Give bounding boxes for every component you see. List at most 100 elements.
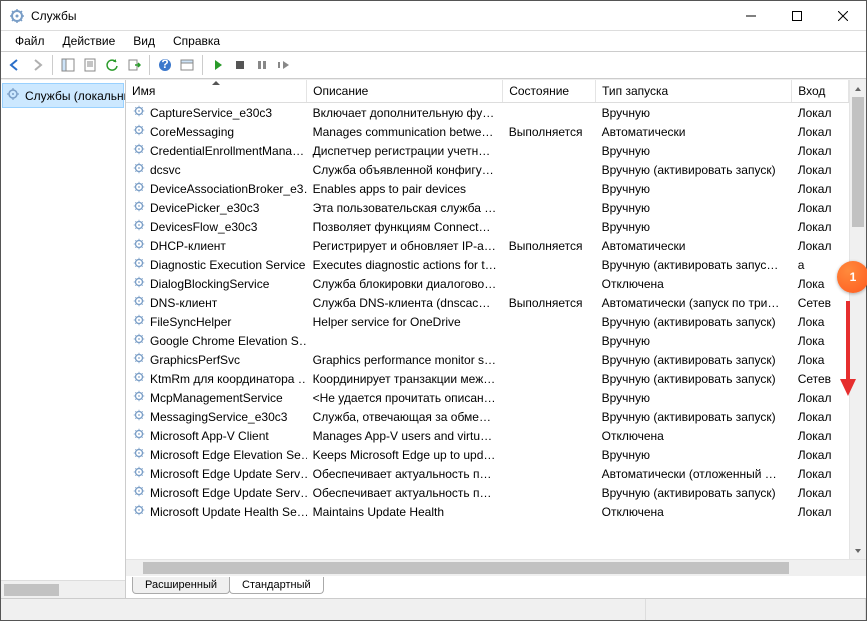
pause-service-button[interactable]	[252, 55, 272, 75]
help-button[interactable]: ?	[155, 55, 175, 75]
table-row[interactable]: Microsoft Edge Update Serv…Обеспечивает …	[126, 464, 849, 483]
tab-standard[interactable]: Стандартный	[229, 577, 324, 594]
stop-service-button[interactable]	[230, 55, 250, 75]
service-name-cell[interactable]: FileSyncHelper	[126, 312, 307, 331]
refresh-button[interactable]	[102, 55, 122, 75]
table-row[interactable]: DeviceAssociationBroker_e3…Enables apps …	[126, 179, 849, 198]
console-button[interactable]	[177, 55, 197, 75]
service-name-cell[interactable]: Microsoft Edge Update Serv…	[126, 464, 307, 483]
service-name-cell[interactable]: Microsoft Update Health Se…	[126, 502, 307, 521]
tab-extended[interactable]: Расширенный	[132, 577, 230, 594]
service-name-cell[interactable]: DHCP-клиент	[126, 236, 307, 255]
scroll-down-arrow[interactable]	[850, 542, 866, 559]
tree-node-services-local[interactable]: Службы (локальные)	[3, 84, 123, 107]
cell-desc: Обеспечивает актуальность пр…	[307, 464, 503, 483]
table-row[interactable]: CoreMessagingManages communication betwe…	[126, 122, 849, 141]
table-row[interactable]: Diagnostic Execution ServiceExecutes dia…	[126, 255, 849, 274]
service-name: McpManagementService	[150, 391, 283, 405]
sidebar-horizontal-scrollbar[interactable]	[1, 580, 125, 598]
table-row[interactable]: DHCP-клиентРегистрирует и обновляет IP-а…	[126, 236, 849, 255]
cell-startup: Вручную	[596, 445, 792, 464]
service-name-cell[interactable]: Microsoft Edge Elevation Se…	[126, 445, 307, 464]
table-row[interactable]: Microsoft Update Health Se…Maintains Upd…	[126, 502, 849, 521]
cell-startup: Вручную (активировать запуск)	[596, 369, 792, 388]
service-name-cell[interactable]: KtmRm для координатора …	[126, 369, 307, 388]
scroll-up-arrow[interactable]	[850, 80, 866, 97]
service-name-cell[interactable]: CoreMessaging	[126, 122, 307, 141]
service-name-cell[interactable]: CaptureService_e30c3	[126, 103, 307, 122]
gear-icon	[132, 237, 146, 254]
menu-help[interactable]: Справка	[165, 32, 228, 50]
scrollbar-thumb[interactable]	[143, 562, 789, 574]
maximize-button[interactable]	[774, 1, 820, 30]
table-row[interactable]: dcsvcСлужба объявленной конфигу…Вручную …	[126, 160, 849, 179]
minimize-button[interactable]	[728, 1, 774, 30]
cell-state	[503, 502, 596, 521]
service-name-cell[interactable]: DeviceAssociationBroker_e3…	[126, 179, 307, 198]
gear-icon	[5, 86, 21, 105]
table-row[interactable]: McpManagementService<Не удается прочитат…	[126, 388, 849, 407]
table-row[interactable]: KtmRm для координатора …Координирует тра…	[126, 369, 849, 388]
column-header[interactable]: Вход	[792, 80, 849, 103]
nav-back-button[interactable]	[5, 55, 25, 75]
service-name-cell[interactable]: Google Chrome Elevation S…	[126, 331, 307, 350]
service-name: dcsvc	[150, 163, 181, 177]
table-row[interactable]: Microsoft Edge Update Serv…Обеспечивает …	[126, 483, 849, 502]
table-row[interactable]: CredentialEnrollmentMana…Диспетчер регис…	[126, 141, 849, 160]
properties-button[interactable]	[80, 55, 100, 75]
table-row[interactable]: Google Chrome Elevation S…ВручнуюЛока	[126, 331, 849, 350]
services-listview[interactable]: ИмяОписаниеСостояниеТип запускаВход Capt…	[126, 80, 849, 559]
service-name: KtmRm для координатора …	[150, 372, 307, 386]
start-service-button[interactable]	[208, 55, 228, 75]
menu-view[interactable]: Вид	[125, 32, 163, 50]
column-header[interactable]: Описание	[307, 80, 503, 103]
gear-icon	[132, 199, 146, 216]
column-header[interactable]: Состояние	[503, 80, 596, 103]
nav-forward-button[interactable]	[27, 55, 47, 75]
services-window: Службы Файл Действие Вид Справка ?	[0, 0, 867, 621]
service-name-cell[interactable]: DevicesFlow_e30c3	[126, 217, 307, 236]
service-name-cell[interactable]: DevicePicker_e30c3	[126, 198, 307, 217]
svg-text:?: ?	[161, 58, 168, 71]
service-name-cell[interactable]: Diagnostic Execution Service	[126, 255, 307, 274]
table-row[interactable]: Microsoft App-V ClientManages App-V user…	[126, 426, 849, 445]
table-row[interactable]: DNS-клиентСлужба DNS-клиента (dnscach…Вы…	[126, 293, 849, 312]
table-row[interactable]: DialogBlockingServiceСлужба блокировки д…	[126, 274, 849, 293]
table-row[interactable]: DevicePicker_e30c3Эта пользовательская с…	[126, 198, 849, 217]
table-row[interactable]: FileSyncHelperHelper service for OneDriv…	[126, 312, 849, 331]
scrollbar-thumb[interactable]	[4, 584, 59, 596]
table-row[interactable]: CaptureService_e30c3Включает дополнитель…	[126, 103, 849, 123]
table-row[interactable]: DevicesFlow_e30c3Позволяет функциям Conn…	[126, 217, 849, 236]
service-name: Diagnostic Execution Service	[150, 258, 305, 272]
service-name-cell[interactable]: GraphicsPerfSvc	[126, 350, 307, 369]
menu-action[interactable]: Действие	[55, 32, 124, 50]
column-header[interactable]: Тип запуска	[596, 80, 792, 103]
column-header[interactable]: Имя	[126, 80, 307, 103]
service-name-cell[interactable]: Microsoft Edge Update Serv…	[126, 483, 307, 502]
service-name-cell[interactable]: MessagingService_e30c3	[126, 407, 307, 426]
cell-desc: Обеспечивает актуальность пр…	[307, 483, 503, 502]
scrollbar-thumb[interactable]	[852, 97, 864, 227]
restart-service-button[interactable]	[274, 55, 294, 75]
export-button[interactable]	[124, 55, 144, 75]
tree-view[interactable]: Службы (локальные)	[1, 80, 125, 580]
service-name: CaptureService_e30c3	[150, 106, 272, 120]
service-name-cell[interactable]: McpManagementService	[126, 388, 307, 407]
service-name-cell[interactable]: DNS-клиент	[126, 293, 307, 312]
table-row[interactable]: Microsoft Edge Elevation Se…Keeps Micros…	[126, 445, 849, 464]
service-name-cell[interactable]: Microsoft App-V Client	[126, 426, 307, 445]
horizontal-scrollbar[interactable]	[126, 559, 866, 576]
table-row[interactable]: GraphicsPerfSvcGraphics performance moni…	[126, 350, 849, 369]
service-name-cell[interactable]: CredentialEnrollmentMana…	[126, 141, 307, 160]
cell-logon: Локал	[792, 502, 849, 521]
table-row[interactable]: MessagingService_e30c3Служба, отвечающая…	[126, 407, 849, 426]
menu-file[interactable]: Файл	[7, 32, 53, 50]
service-name-cell[interactable]: dcsvc	[126, 160, 307, 179]
show-hide-tree-button[interactable]	[58, 55, 78, 75]
close-button[interactable]	[820, 1, 866, 30]
service-name-cell[interactable]: DialogBlockingService	[126, 274, 307, 293]
gear-icon	[132, 332, 146, 349]
separator	[202, 55, 203, 75]
service-name: DNS-клиент	[150, 296, 217, 310]
gear-icon	[132, 370, 146, 387]
